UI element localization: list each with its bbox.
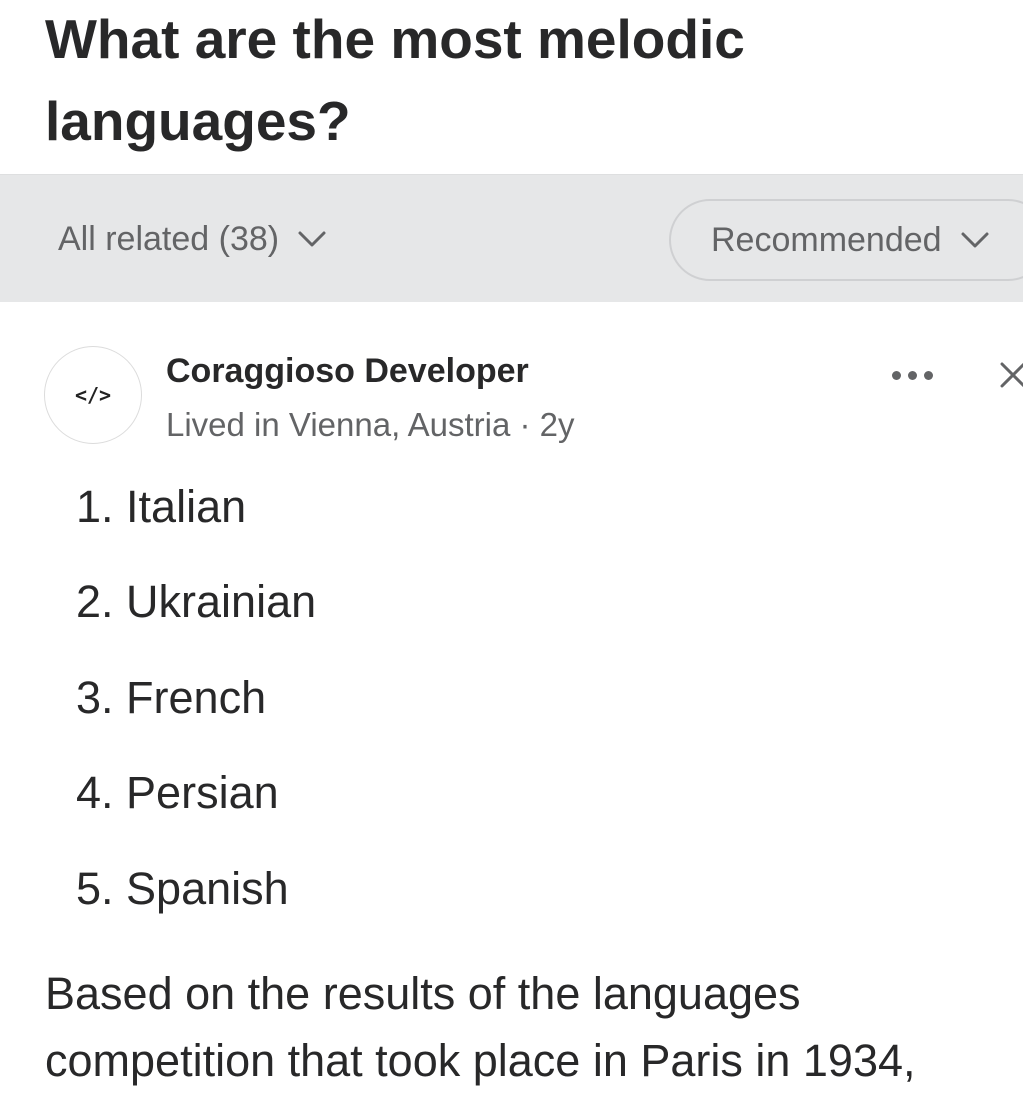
list-item-text: Persian [126, 767, 279, 819]
author-credential: Lived in Vienna, Austria [166, 406, 511, 443]
list-item: 5. Spanish [76, 854, 316, 949]
list-item-number: 1. [76, 481, 114, 532]
list-item-text: French [126, 671, 267, 723]
answer-list: 1. Italian 2. Ukrainian 3. French 4. Per… [76, 472, 316, 949]
author-credential-line: Lived in Vienna, Austria · 2y [166, 406, 575, 444]
list-item-text: Spanish [126, 862, 289, 914]
list-item: 2. Ukrainian [76, 567, 316, 662]
list-item: 1. Italian [76, 472, 316, 567]
chevron-down-icon [961, 232, 989, 248]
more-options-icon[interactable] [882, 360, 942, 390]
chevron-down-icon [298, 231, 326, 247]
list-item-number: 4. [76, 767, 114, 819]
close-icon[interactable] [996, 358, 1023, 392]
sort-label: Recommended [711, 220, 942, 259]
sort-dropdown[interactable]: Recommended [669, 199, 1023, 281]
author-name[interactable]: Coraggioso Developer [166, 352, 529, 391]
list-item-text: Italian [126, 481, 247, 532]
filter-bar: All related (38) Recommended [0, 174, 1023, 302]
list-item-number: 5. [76, 862, 114, 914]
meta-separator: · [519, 406, 531, 443]
list-item-text: Ukrainian [126, 576, 317, 628]
question-title[interactable]: What are the most melodic languages? [45, 0, 945, 162]
list-item: 4. Persian [76, 758, 316, 853]
list-item-number: 3. [76, 671, 114, 723]
list-item: 3. French [76, 663, 316, 758]
avatar[interactable]: </> [44, 346, 142, 444]
answer-paragraph: Based on the results of the languages co… [45, 968, 916, 1086]
list-item-number: 2. [76, 576, 114, 628]
answer-age[interactable]: 2y [540, 406, 575, 443]
answer-header: </> Coraggioso Developer Lived in Vienna… [0, 302, 1023, 452]
all-related-label: All related (38) [58, 219, 280, 258]
all-related-filter[interactable]: All related (38) [58, 217, 327, 261]
